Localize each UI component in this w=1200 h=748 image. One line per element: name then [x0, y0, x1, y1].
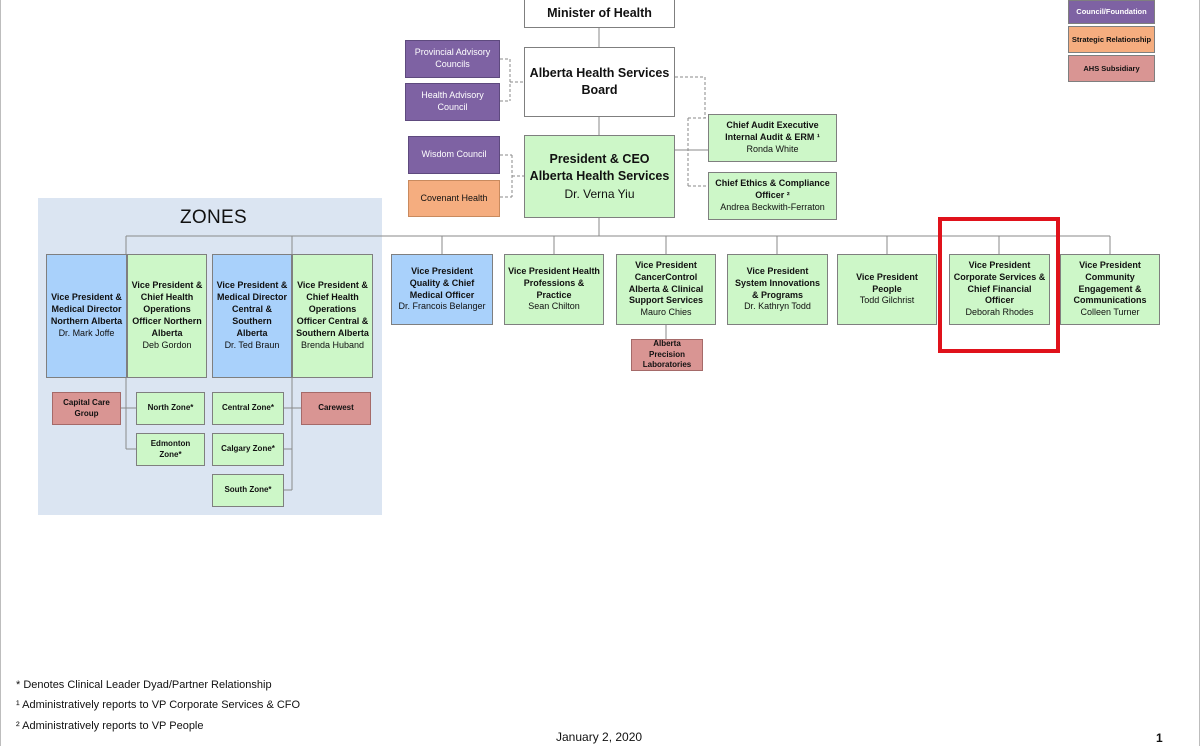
vp-ops-south-box: Vice President & Chief Health Operations…	[292, 254, 373, 378]
provincial-councils-box: Provincial Advisory Councils	[405, 40, 500, 78]
north-zone-box: North Zone*	[136, 392, 205, 425]
vp-quality-title: Vice President Quality & Chief Medical O…	[409, 265, 475, 300]
footnote-two: ² Administratively reports to VP People	[16, 720, 204, 732]
wisdom-council-label: Wisdom Council	[421, 149, 487, 160]
calgary-zone-box: Calgary Zone*	[212, 433, 284, 466]
south-zone-box: South Zone*	[212, 474, 284, 507]
vp-cancer-title: Vice President CancerControl Alberta & C…	[628, 259, 704, 306]
vp-hpp-name: Sean Chilton	[528, 301, 580, 312]
vp-med-south-title: Vice President & Medical Director Centra…	[216, 280, 288, 338]
minister-box: Minister of Health	[524, 0, 675, 28]
vp-cancer-box: Vice President CancerControl Alberta & C…	[616, 254, 716, 325]
legend-strategic-label: Strategic Relationship	[1071, 34, 1152, 44]
vp-med-north-box: Vice President & Medical Director Northe…	[46, 254, 127, 378]
wisdom-council-box: Wisdom Council	[408, 136, 500, 174]
vp-community-name: Colleen Turner	[1080, 307, 1140, 318]
edmonton-zone-box: Edmonton Zone*	[136, 433, 205, 466]
south-zone-label: South Zone*	[224, 485, 272, 495]
apl-label: Alberta Precision Laboratories	[642, 339, 692, 370]
vp-ops-north-title: Vice President & Chief Health Operations…	[131, 280, 203, 338]
capital-care-label: Capital Care Group	[63, 398, 110, 418]
legend-council-label: Council/Foundation	[1076, 7, 1147, 17]
health-council-box: Health Advisory Council	[405, 83, 500, 121]
legend-strategic: Strategic Relationship	[1068, 26, 1155, 53]
legend-council: Council/Foundation	[1068, 0, 1155, 24]
ceo-name: Dr. Verna Yiu	[564, 186, 635, 201]
edmonton-zone-label: Edmonton Zone*	[150, 439, 191, 459]
vp-med-south-name: Dr. Ted Braun	[224, 339, 280, 350]
audit-name: Ronda White	[746, 143, 799, 154]
provincial-councils-label: Provincial Advisory Councils	[414, 47, 491, 69]
board-box: Alberta Health Services Board	[524, 47, 675, 117]
footnote-dyad: * Denotes Clinical Leader Dyad/Partner R…	[16, 679, 272, 691]
ceo-title: President & CEO Alberta Health Services	[529, 151, 670, 184]
ethics-title: Chief Ethics & Compliance Officer ²	[715, 178, 830, 201]
board-label: Alberta Health Services Board	[529, 65, 670, 98]
ceo-box: President & CEO Alberta Health Services …	[524, 135, 675, 218]
ethics-box: Chief Ethics & Compliance Officer ² Andr…	[708, 172, 837, 220]
vp-ops-north-box: Vice President & Chief Health Operations…	[127, 254, 207, 378]
footnote-one: ¹ Administratively reports to VP Corpora…	[16, 699, 301, 711]
calgary-zone-label: Calgary Zone*	[221, 444, 275, 454]
ethics-name: Andrea Beckwith-Ferraton	[720, 201, 825, 212]
vp-people-title: Vice President People	[856, 271, 918, 294]
legend-subsidiary: AHS Subsidiary	[1068, 55, 1155, 82]
capital-care-box: Capital Care Group	[52, 392, 121, 425]
minister-label: Minister of Health	[547, 5, 652, 20]
vp-sip-box: Vice President System Innovations & Prog…	[727, 254, 828, 325]
legend-subsidiary-label: AHS Subsidiary	[1083, 63, 1140, 73]
vp-community-title: Vice President Community Engagement & Co…	[1073, 259, 1147, 306]
highlight-box	[938, 217, 1060, 353]
vp-med-south-box: Vice President & Medical Director Centra…	[212, 254, 292, 378]
vp-ops-south-name: Brenda Huband	[300, 339, 365, 350]
vp-community-box: Vice President Community Engagement & Co…	[1060, 254, 1160, 325]
vp-hpp-box: Vice President Health Professions & Prac…	[504, 254, 604, 325]
vp-med-north-name: Dr. Mark Joffe	[58, 327, 115, 338]
central-zone-box: Central Zone*	[212, 392, 284, 425]
audit-title: Chief Audit Executive Internal Audit & E…	[725, 120, 820, 143]
covenant-label: Covenant Health	[420, 192, 488, 203]
vp-sip-title: Vice President System Innovations & Prog…	[734, 265, 821, 300]
health-council-label: Health Advisory Council	[421, 90, 484, 112]
carewest-box: Carewest	[301, 392, 371, 425]
page-number: 1	[1156, 731, 1163, 745]
carewest-label: Carewest	[318, 403, 354, 413]
vp-sip-name: Dr. Kathryn Todd	[744, 301, 811, 312]
date-label: January 2, 2020	[556, 730, 643, 744]
covenant-box: Covenant Health	[408, 180, 500, 217]
vp-quality-name: Dr. Francois Belanger	[398, 301, 486, 312]
central-zone-label: Central Zone*	[221, 403, 274, 413]
vp-med-north-title: Vice President & Medical Director Northe…	[50, 292, 123, 326]
vp-quality-box: Vice President Quality & Chief Medical O…	[391, 254, 493, 325]
audit-box: Chief Audit Executive Internal Audit & E…	[708, 114, 837, 162]
vp-people-name: Todd Gilchrist	[859, 295, 915, 306]
vp-hpp-title: Vice President Health Professions & Prac…	[508, 265, 600, 300]
vp-ops-north-name: Deb Gordon	[142, 339, 192, 350]
vp-ops-south-title: Vice President & Chief Health Operations…	[296, 280, 369, 338]
vp-cancer-name: Mauro Chies	[640, 307, 692, 318]
vp-people-box: Vice President People Todd Gilchrist	[837, 254, 937, 325]
apl-box: Alberta Precision Laboratories	[631, 339, 703, 371]
north-zone-label: North Zone*	[147, 403, 194, 413]
